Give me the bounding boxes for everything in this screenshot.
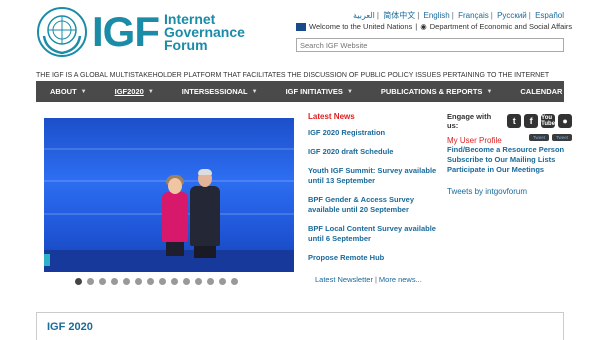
- flickr-icon[interactable]: ●: [558, 114, 572, 128]
- nav-igf-initiatives[interactable]: IGF INITIATIVES ▼: [272, 81, 367, 102]
- nav-intersessional[interactable]: INTERSESSIONAL ▼: [168, 81, 272, 102]
- caret-down-icon: ▼: [486, 88, 493, 95]
- un-welcome-link[interactable]: Welcome to the United Nations: [309, 22, 412, 31]
- news-heading: Latest News: [308, 112, 355, 121]
- lang-french[interactable]: Français: [458, 11, 489, 20]
- news-item[interactable]: Youth IGF Summit: Survey available until…: [308, 166, 438, 186]
- slider-dot[interactable]: [111, 278, 118, 285]
- slider-dot[interactable]: [195, 278, 202, 285]
- news-item[interactable]: BPF Gender & Access Survey available unt…: [308, 195, 438, 215]
- lang-spanish[interactable]: Español: [535, 11, 564, 20]
- caret-down-icon: ▼: [147, 88, 154, 95]
- desa-globe-icon: ◉: [420, 22, 427, 31]
- language-switcher: العربية | 简体中文 | English | Français | Русски…: [353, 11, 564, 20]
- slider-dot[interactable]: [99, 278, 106, 285]
- lang-english[interactable]: English: [424, 11, 450, 20]
- lang-arabic[interactable]: العربية: [353, 11, 375, 20]
- slider-dot[interactable]: [123, 278, 130, 285]
- slider-dot[interactable]: [159, 278, 166, 285]
- nav-label: CALENDAR: [520, 87, 563, 96]
- lang-russian[interactable]: Русский: [497, 11, 527, 20]
- nav-igf2020[interactable]: IGF2020 ▼: [101, 81, 168, 102]
- slider-dot[interactable]: [219, 278, 226, 285]
- news-footer: Latest Newsletter | More news...: [315, 275, 422, 284]
- slider-dot[interactable]: [87, 278, 94, 285]
- meetings-link[interactable]: Participate in Our Meetings: [447, 165, 572, 175]
- slider-dot[interactable]: [171, 278, 178, 285]
- latest-newsletter-link[interactable]: Latest Newsletter: [315, 275, 373, 284]
- engage-panel: Engage with us: t f You Tube ● Tweet Twee…: [447, 112, 572, 196]
- search-input[interactable]: [296, 38, 564, 52]
- more-news-link[interactable]: More news...: [379, 275, 422, 284]
- slider-dot[interactable]: [135, 278, 142, 285]
- igf2020-section: IGF 2020: [36, 312, 564, 340]
- news-item[interactable]: Propose Remote Hub: [308, 253, 438, 263]
- un-flag-icon: [296, 22, 306, 31]
- person-left: [162, 192, 188, 242]
- igf-wordmark: IGF: [92, 8, 160, 55]
- section-title: IGF 2020: [47, 321, 93, 333]
- slider-dots: [75, 278, 238, 285]
- nav-calendar[interactable]: CALENDAR: [506, 81, 576, 102]
- slider-dot[interactable]: [75, 278, 82, 285]
- facebook-icon[interactable]: f: [524, 114, 539, 128]
- main-nav: ABOUT ▼ IGF2020 ▼ INTERSESSIONAL ▼ IGF INIT…: [36, 81, 600, 102]
- nav-about[interactable]: ABOUT ▼: [36, 81, 101, 102]
- nav-label: PUBLICATIONS & REPORTS: [380, 87, 483, 96]
- tweet-button[interactable]: Tweet: [551, 134, 572, 141]
- news-item[interactable]: BPF Local Content Survey available until…: [308, 224, 438, 244]
- slider-prev-handle[interactable]: [44, 254, 50, 266]
- nav-label: INTERSESSIONAL: [181, 87, 248, 96]
- nav-label: ABOUT: [50, 87, 77, 96]
- caret-down-icon: ▼: [80, 88, 87, 95]
- tweet-button[interactable]: Tweet: [528, 134, 549, 141]
- news-item[interactable]: IGF 2020 draft Schedule: [308, 147, 438, 157]
- resource-person-link[interactable]: Find/Become a Resource Person: [447, 145, 572, 155]
- latest-news: Latest News IGF 2020 Registration IGF 20…: [308, 112, 438, 272]
- news-item[interactable]: IGF 2020 Registration: [308, 128, 438, 138]
- slider-dot[interactable]: [207, 278, 214, 285]
- hero-slider-image[interactable]: [44, 118, 294, 272]
- nav-label: IGF2020: [114, 87, 144, 96]
- un-links: Welcome to the United Nations | ◉ Depart…: [296, 22, 572, 31]
- youtube-icon[interactable]: You Tube: [541, 114, 556, 128]
- person-right: [190, 186, 220, 246]
- caret-down-icon: ▼: [251, 88, 258, 95]
- logo-line-3: Forum: [164, 36, 208, 53]
- engage-label: Engage with us:: [447, 112, 492, 130]
- twitter-icon[interactable]: t: [507, 114, 522, 128]
- slider-dot[interactable]: [147, 278, 154, 285]
- lang-chinese[interactable]: 简体中文: [383, 11, 415, 20]
- nav-label: PRESS: [590, 87, 600, 96]
- nav-label: IGF INITIATIVES: [285, 87, 343, 96]
- mailing-lists-link[interactable]: Subscribe to Our Mailing Lists: [447, 155, 572, 165]
- desa-link[interactable]: Department of Economic and Social Affair…: [430, 22, 572, 31]
- nav-press[interactable]: PRESS: [576, 81, 600, 102]
- tweets-by-link[interactable]: Tweets by intgovforum: [447, 187, 572, 196]
- nav-publications[interactable]: PUBLICATIONS & REPORTS ▼: [367, 81, 507, 102]
- site-tagline: THE IGF IS A GLOBAL MULTISTAKEHOLDER PLA…: [36, 72, 550, 79]
- igf-logo[interactable]: IGF Internet Governance Forum: [36, 6, 245, 58]
- igf-full-name: Internet Governance Forum: [164, 12, 245, 53]
- slider-dot[interactable]: [231, 278, 238, 285]
- caret-down-icon: ▼: [346, 88, 353, 95]
- engage-row: Engage with us: t f You Tube ●: [447, 112, 572, 130]
- slider-dot[interactable]: [183, 278, 190, 285]
- un-emblem-icon: [37, 7, 87, 57]
